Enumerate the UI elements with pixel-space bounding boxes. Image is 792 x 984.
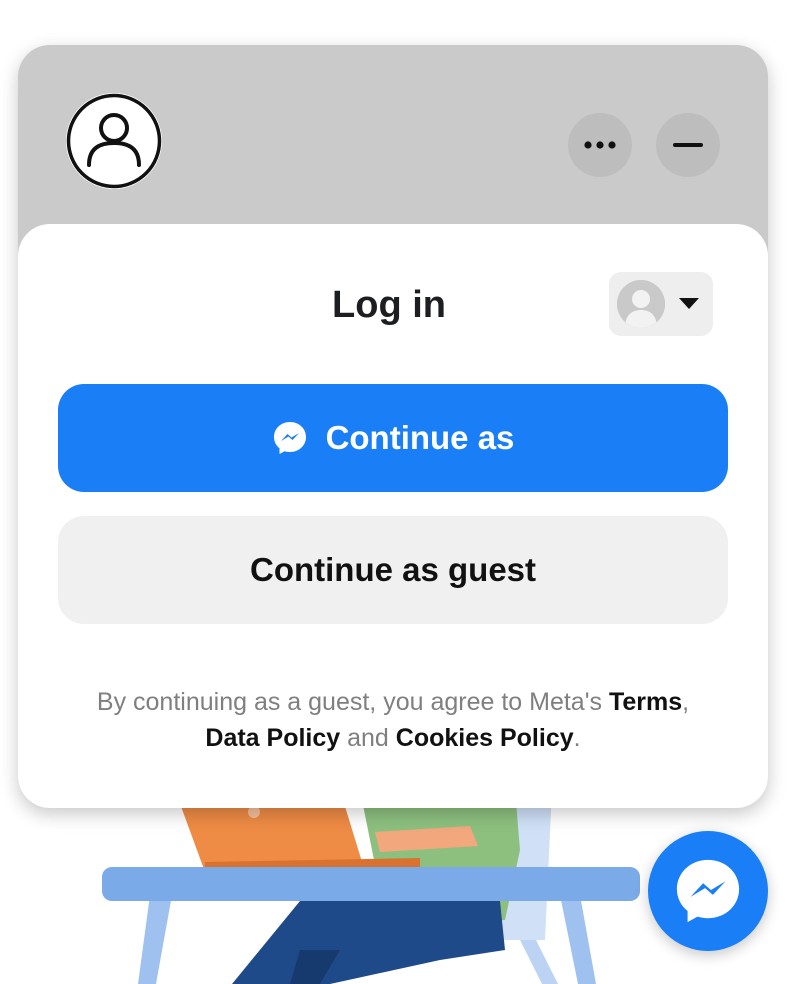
default-avatar-icon bbox=[617, 280, 665, 328]
widget-header bbox=[18, 45, 768, 235]
legal-comma: , bbox=[682, 688, 690, 716]
legal-and: and bbox=[340, 724, 396, 752]
messenger-icon bbox=[272, 420, 308, 456]
continue-as-guest-button[interactable]: Continue as guest bbox=[58, 516, 728, 624]
user-avatar bbox=[66, 93, 162, 189]
messenger-icon bbox=[676, 859, 740, 923]
continue-as-label: Continue as bbox=[325, 419, 515, 456]
messenger-chat-button[interactable] bbox=[648, 831, 768, 951]
continue-as-button[interactable]: Continue as bbox=[58, 384, 728, 492]
account-switcher[interactable] bbox=[609, 272, 713, 336]
caret-down-icon bbox=[679, 298, 699, 309]
cookies-policy-link[interactable]: Cookies Policy bbox=[396, 724, 574, 752]
desk-top bbox=[102, 867, 640, 901]
login-panel: Log in Continue as Continue as guest By … bbox=[18, 224, 768, 808]
minimize-icon bbox=[673, 143, 703, 147]
legal-period: . bbox=[573, 724, 581, 752]
user-outline-icon bbox=[66, 93, 162, 189]
more-horizontal-icon bbox=[584, 141, 616, 149]
data-policy-link[interactable]: Data Policy bbox=[205, 724, 340, 752]
chat-widget: Log in Continue as Continue as guest By … bbox=[18, 45, 768, 808]
person-legs bbox=[232, 901, 505, 984]
continue-as-guest-label: Continue as guest bbox=[249, 551, 537, 588]
legal-prefix: By continuing as a guest, you agree to M… bbox=[96, 688, 609, 716]
minimize-button[interactable] bbox=[656, 113, 720, 177]
legal-notice: By continuing as a guest, you agree to M… bbox=[48, 684, 738, 756]
terms-link[interactable]: Terms bbox=[609, 688, 682, 716]
desk-leg-right bbox=[560, 895, 596, 984]
chair-leg bbox=[520, 940, 558, 984]
more-options-button[interactable] bbox=[568, 113, 632, 177]
desk-leg-left bbox=[138, 895, 172, 984]
